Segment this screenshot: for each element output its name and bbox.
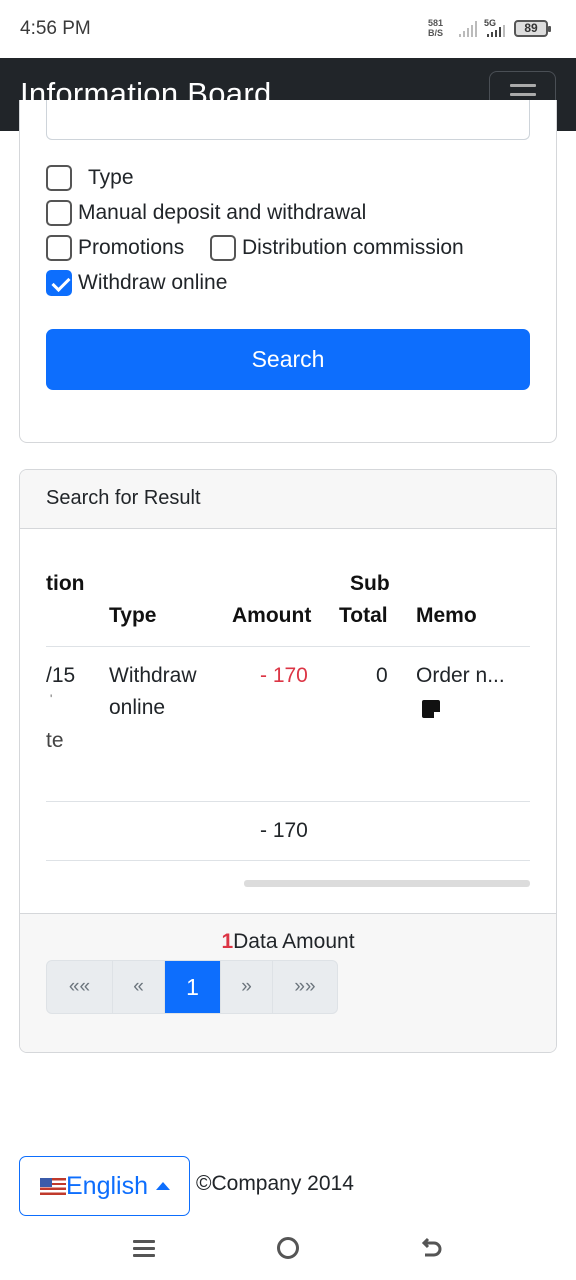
language-dropdown[interactable]: English bbox=[19, 1156, 190, 1216]
total-divider bbox=[46, 860, 530, 861]
column-header-amount: Amount bbox=[232, 604, 312, 627]
net-speed-unit: B/S bbox=[428, 28, 444, 38]
horizontal-scrollbar[interactable] bbox=[244, 880, 530, 887]
header-divider bbox=[46, 646, 530, 647]
caret-up-icon bbox=[156, 1182, 170, 1190]
cell-date: /15 bbox=[46, 664, 76, 687]
language-label: English bbox=[66, 1171, 148, 1200]
data-amount-label: Data Amount bbox=[233, 930, 355, 953]
copyright: ©Company 2014 bbox=[196, 1172, 354, 1195]
checkbox-promotions[interactable]: Promotions bbox=[46, 235, 184, 261]
result-title: Search for Result bbox=[46, 487, 201, 509]
result-card-header: Search for Result bbox=[20, 470, 556, 529]
us-flag-icon bbox=[40, 1177, 66, 1195]
cell-status: te bbox=[46, 729, 64, 752]
status-bar: 4:56 PM 581 B/S 5G 89 bbox=[0, 0, 576, 58]
checkbox-label: Promotions bbox=[78, 236, 185, 259]
page-next[interactable]: » bbox=[221, 961, 273, 1013]
page-current[interactable]: 1 bbox=[165, 961, 221, 1013]
back-icon[interactable] bbox=[420, 1237, 442, 1259]
cell-subtotal: 0 bbox=[376, 664, 388, 687]
cell-type-line1: Withdraw bbox=[109, 664, 197, 687]
checkbox-box[interactable] bbox=[46, 235, 72, 261]
home-icon[interactable] bbox=[277, 1237, 299, 1259]
date-input[interactable] bbox=[46, 100, 530, 140]
column-header-total: Total bbox=[339, 604, 388, 627]
checkbox-box[interactable] bbox=[46, 200, 72, 226]
net-speed: 581 B/S bbox=[428, 18, 443, 38]
note-icon[interactable] bbox=[422, 700, 440, 718]
checkbox-distribution-commission[interactable]: Distribution commission bbox=[210, 235, 464, 261]
checkbox-box[interactable] bbox=[210, 235, 236, 261]
total-amount: - 170 bbox=[260, 819, 308, 842]
search-button[interactable]: Search bbox=[46, 329, 530, 390]
signal-icon bbox=[459, 21, 477, 37]
checkbox-box-checked[interactable] bbox=[46, 270, 72, 296]
checkbox-label: Withdraw online bbox=[78, 271, 228, 294]
net-speed-value: 581 bbox=[428, 18, 444, 28]
result-card: Search for Result tion Type Amount Sub T… bbox=[19, 469, 557, 1053]
cell-date-fragment: ' bbox=[50, 692, 53, 706]
system-navigation-bar bbox=[0, 1222, 576, 1280]
recent-apps-icon[interactable] bbox=[133, 1238, 155, 1258]
data-amount: 1Data Amount bbox=[20, 930, 556, 954]
signal-5g-icon bbox=[487, 25, 505, 37]
checkbox-manual-deposit[interactable]: Manual deposit and withdrawal bbox=[46, 200, 366, 226]
page-first[interactable]: «« bbox=[47, 961, 113, 1013]
cell-amount: - 170 bbox=[260, 664, 308, 687]
type-checkbox[interactable]: Type bbox=[46, 165, 134, 191]
status-time: 4:56 PM bbox=[20, 18, 91, 39]
column-header-type: Type bbox=[109, 604, 157, 627]
column-header-sub: Sub bbox=[350, 572, 390, 595]
cell-type-line2: online bbox=[109, 696, 166, 719]
checkbox-withdraw-online[interactable]: Withdraw online bbox=[46, 270, 227, 296]
column-header-transaction: tion bbox=[46, 572, 85, 595]
checkbox-label: Manual deposit and withdrawal bbox=[78, 201, 367, 224]
battery-icon: 89 bbox=[514, 20, 551, 37]
column-header-memo: Memo bbox=[416, 604, 477, 627]
page-prev[interactable]: « bbox=[113, 961, 165, 1013]
cell-memo: Order n... bbox=[416, 664, 505, 687]
checkbox-type[interactable] bbox=[46, 165, 72, 191]
pagination: «« « 1 » »» bbox=[46, 960, 338, 1014]
checkbox-label: Distribution commission bbox=[242, 236, 464, 259]
data-amount-count: 1 bbox=[221, 930, 234, 953]
page-last[interactable]: »» bbox=[273, 961, 337, 1013]
row-divider bbox=[46, 801, 530, 802]
result-card-footer: 1Data Amount «« « 1 » »» bbox=[20, 913, 556, 1052]
type-label: Type bbox=[88, 166, 134, 189]
